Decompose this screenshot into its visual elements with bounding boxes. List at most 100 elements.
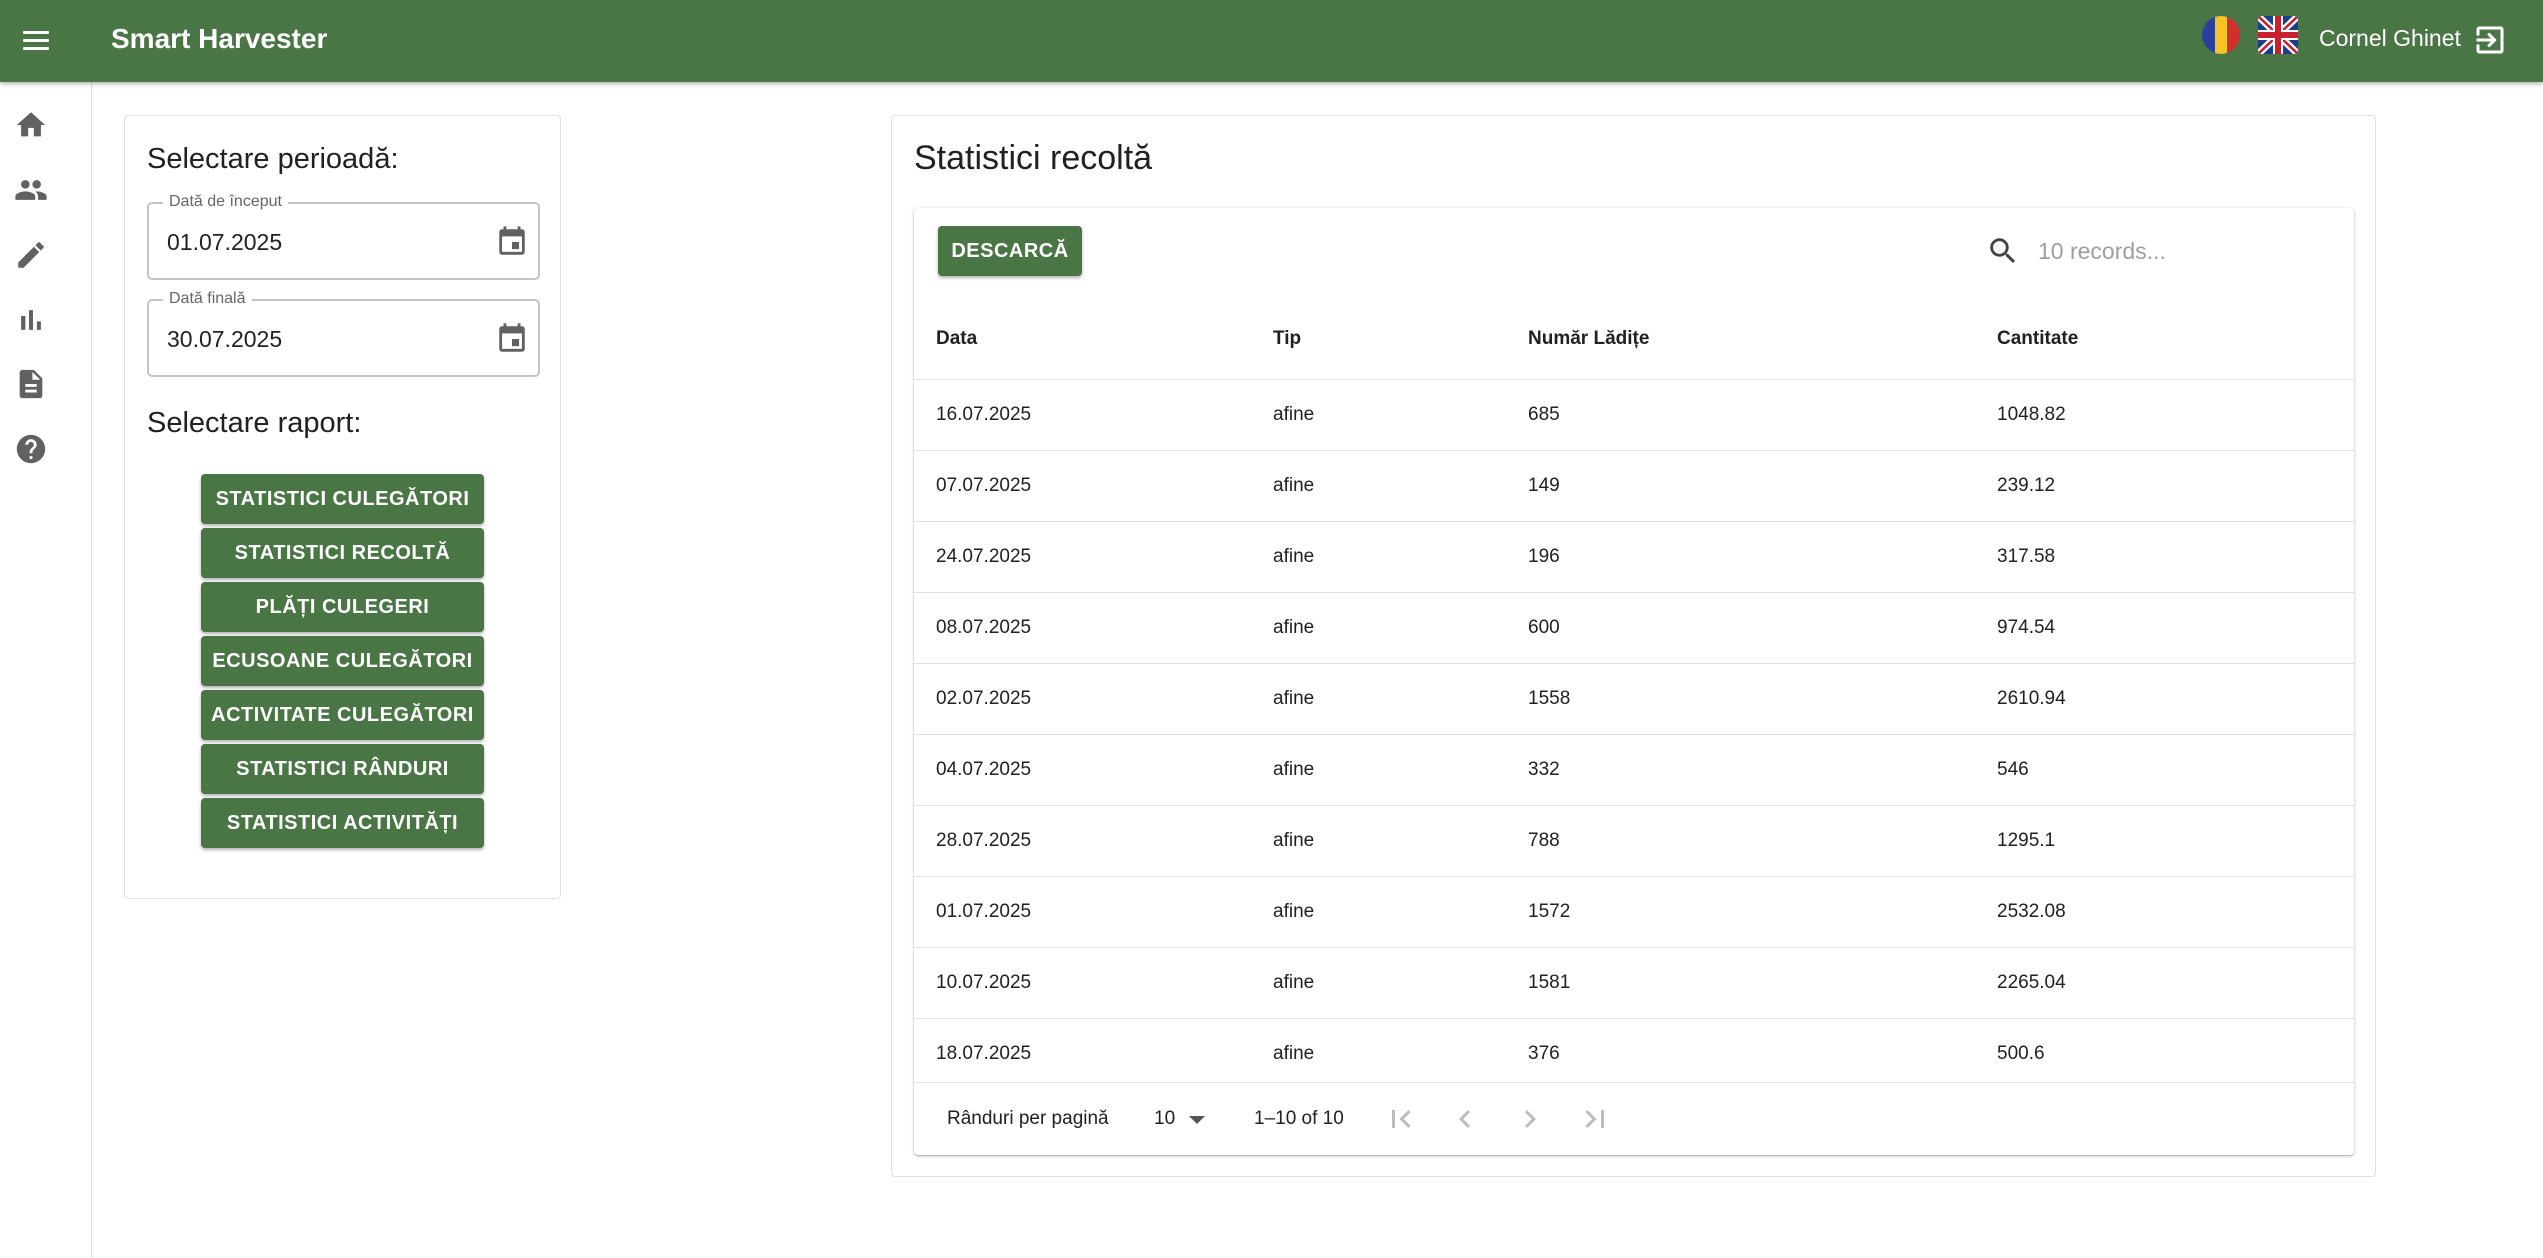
rows-per-page-label: Rânduri per pagină (947, 1108, 1109, 1129)
cell-crates: 685 (1528, 404, 1560, 425)
table-row[interactable]: 28.07.2025 afine 788 1295.1 (914, 806, 2354, 877)
document-icon[interactable] (14, 367, 48, 401)
column-header-date[interactable]: Data (936, 328, 977, 350)
report-heading: Selectare raport: (147, 407, 362, 439)
cell-crates: 1558 (1528, 688, 1571, 709)
start-date-value[interactable]: 01.07.2025 (167, 229, 282, 256)
row-stats-button[interactable]: STATISTICI RÂNDURI (201, 744, 484, 794)
activity-stats-button[interactable]: STATISTICI ACTIVITĂȚI (201, 798, 484, 848)
column-header-crates[interactable]: Număr Lădițe (1528, 328, 1649, 350)
cell-type: afine (1273, 901, 1315, 922)
people-icon[interactable] (14, 173, 48, 207)
next-page-icon[interactable] (1512, 1101, 1548, 1137)
start-date-field[interactable]: Dată de început 01.07.2025 (147, 193, 540, 280)
search-icon[interactable] (1986, 234, 2020, 268)
table-row[interactable]: 18.07.2025 afine 376 500.6 (914, 1019, 2354, 1083)
cell-date: 07.07.2025 (936, 475, 1032, 496)
cell-crates: 332 (1528, 759, 1560, 780)
previous-page-icon[interactable] (1447, 1101, 1483, 1137)
cell-quantity: 1048.82 (1997, 404, 2066, 425)
end-date-field[interactable]: Dată finală 30.07.2025 (147, 290, 540, 377)
app-bar: Smart Harvester Cornel Ghinet (0, 0, 2543, 82)
menu-icon[interactable] (18, 22, 56, 60)
rows-per-page-value: 10 (1154, 1108, 1176, 1129)
cell-date: 24.07.2025 (936, 546, 1032, 567)
cell-type: afine (1273, 830, 1315, 851)
cell-quantity: 500.6 (1997, 1043, 2045, 1064)
harvest-stats-panel: Statistici recoltă DESCARCĂ Data Tip Num… (891, 115, 2376, 1177)
data-table: DESCARCĂ Data Tip Număr Lădițe Cantitate… (914, 208, 2354, 1155)
table-row[interactable]: 04.07.2025 afine 332 546 (914, 735, 2354, 806)
table-row[interactable]: 02.07.2025 afine 1558 2610.94 (914, 664, 2354, 735)
user-name[interactable]: Cornel Ghinet (2319, 25, 2461, 52)
picking-payments-button[interactable]: PLĂȚI CULEGERI (201, 582, 484, 632)
report-selection-panel: Selectare perioadă: Dată de început 01.0… (124, 115, 561, 899)
table-header: Data Tip Număr Lădițe Cantitate (914, 294, 2354, 380)
cell-quantity: 2532.08 (1997, 901, 2066, 922)
first-page-icon[interactable] (1383, 1101, 1419, 1137)
app-title: Smart Harvester (111, 23, 328, 54)
cell-date: 10.07.2025 (936, 972, 1032, 993)
picker-badges-button[interactable]: ECUSOANE CULEGĂTORI (201, 636, 484, 686)
cell-crates: 196 (1528, 546, 1560, 567)
start-date-label: Dată de început (163, 193, 288, 211)
cell-crates: 1581 (1528, 972, 1571, 993)
last-page-icon[interactable] (1577, 1101, 1613, 1137)
cell-quantity: 2265.04 (1997, 972, 2066, 993)
table-row[interactable]: 16.07.2025 afine 685 1048.82 (914, 380, 2354, 451)
table-row[interactable]: 10.07.2025 afine 1581 2265.04 (914, 948, 2354, 1019)
picker-activity-button[interactable]: ACTIVITATE CULEGĂTORI (201, 690, 484, 740)
cell-type: afine (1273, 475, 1315, 496)
cell-type: afine (1273, 688, 1315, 709)
cell-date: 28.07.2025 (936, 830, 1032, 851)
end-date-label: Dată finală (163, 290, 252, 308)
cell-type: afine (1273, 404, 1315, 425)
cell-quantity: 2610.94 (1997, 688, 2066, 709)
romanian-flag-icon[interactable] (2202, 16, 2240, 54)
logout-icon[interactable] (2472, 22, 2508, 58)
cell-type: afine (1273, 972, 1315, 993)
table-row[interactable]: 24.07.2025 afine 196 317.58 (914, 522, 2354, 593)
home-icon[interactable] (14, 108, 48, 142)
calendar-icon[interactable] (495, 322, 529, 356)
table-row[interactable]: 08.07.2025 afine 600 974.54 (914, 593, 2354, 664)
cell-type: afine (1273, 759, 1315, 780)
cell-date: 02.07.2025 (936, 688, 1032, 709)
period-heading: Selectare perioadă: (147, 143, 399, 175)
cell-crates: 600 (1528, 617, 1560, 638)
bar-chart-icon[interactable] (14, 303, 48, 337)
calendar-icon[interactable] (495, 225, 529, 259)
cell-quantity: 974.54 (1997, 617, 2056, 638)
column-header-quantity[interactable]: Cantitate (1997, 328, 2078, 350)
end-date-value[interactable]: 30.07.2025 (167, 326, 282, 353)
pagination: Rânduri per pagină 10 1–10 of 10 (914, 1083, 2354, 1155)
table-row[interactable]: 01.07.2025 afine 1572 2532.08 (914, 877, 2354, 948)
cell-crates: 1572 (1528, 901, 1571, 922)
rows-per-page-select[interactable]: 10 (1154, 1103, 1214, 1135)
cell-type: afine (1273, 617, 1315, 638)
harvest-stats-button[interactable]: STATISTICI RECOLTĂ (201, 528, 484, 578)
cell-crates: 376 (1528, 1043, 1560, 1064)
cell-date: 01.07.2025 (936, 901, 1032, 922)
cell-quantity: 1295.1 (1997, 830, 2056, 851)
picker-stats-button[interactable]: STATISTICI CULEGĂTORI (201, 474, 484, 524)
cell-date: 08.07.2025 (936, 617, 1032, 638)
cell-quantity: 317.58 (1997, 546, 2056, 567)
download-button[interactable]: DESCARCĂ (938, 226, 1082, 276)
table-row[interactable]: 07.07.2025 afine 149 239.12 (914, 451, 2354, 522)
help-icon[interactable] (14, 432, 48, 466)
search-input[interactable] (2038, 232, 2328, 270)
cell-crates: 788 (1528, 830, 1560, 851)
cell-quantity: 239.12 (1997, 475, 2056, 496)
cell-type: afine (1273, 1043, 1315, 1064)
cell-date: 04.07.2025 (936, 759, 1032, 780)
cell-date: 16.07.2025 (936, 404, 1032, 425)
side-nav (0, 82, 92, 1258)
chevron-down-icon (1189, 1116, 1205, 1124)
cell-quantity: 546 (1997, 759, 2029, 780)
page-title: Statistici recoltă (914, 139, 1153, 177)
uk-flag-icon[interactable] (2258, 16, 2298, 54)
cell-crates: 149 (1528, 475, 1560, 496)
edit-icon[interactable] (14, 238, 48, 272)
column-header-type[interactable]: Tip (1273, 328, 1301, 350)
